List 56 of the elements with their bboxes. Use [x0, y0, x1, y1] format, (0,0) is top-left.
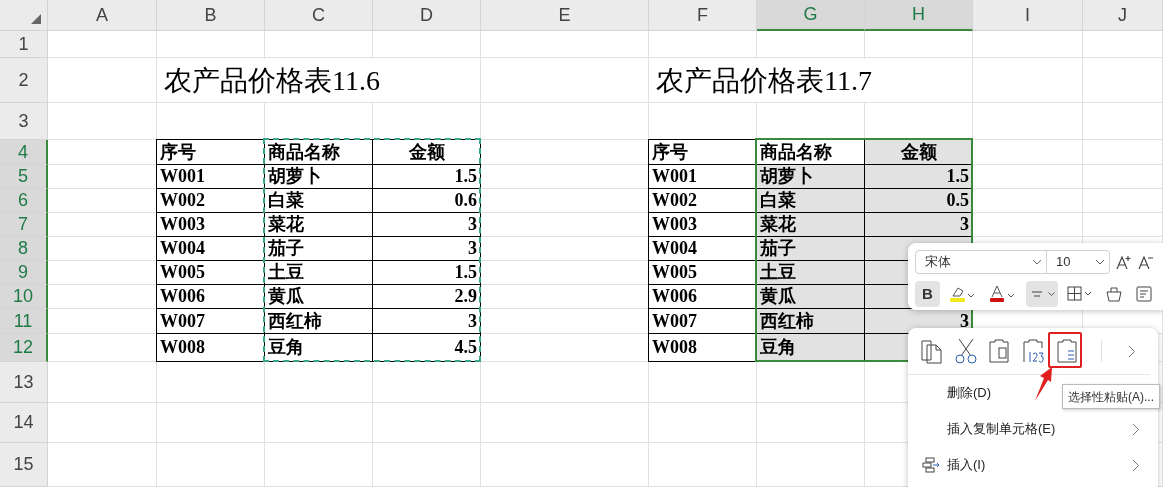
- table-cell: 西红柿: [756, 308, 865, 334]
- insert-icon: [922, 457, 940, 473]
- chevron-down-icon: [1048, 291, 1055, 297]
- column-header[interactable]: I: [973, 0, 1083, 31]
- column-heading: 序号: [156, 139, 265, 165]
- decrease-font-icon[interactable]: [1138, 254, 1154, 270]
- column-header[interactable]: B: [157, 0, 265, 31]
- callout-arrow: [1035, 367, 1052, 401]
- clipboard-list-icon[interactable]: [1056, 338, 1080, 364]
- menu-item[interactable]: 插入复制单元格(E): [947, 419, 1132, 439]
- select-all-icon[interactable]: [31, 14, 41, 24]
- table-cell: W008: [156, 333, 265, 362]
- row-header[interactable]: 11: [0, 309, 48, 334]
- row-header[interactable]: 3: [0, 103, 48, 140]
- table-cell: 3: [864, 212, 973, 237]
- bold-button[interactable]: B: [915, 281, 940, 307]
- text-wrap-icon[interactable]: [1135, 285, 1153, 303]
- tooltip: 选择性粘贴(A)...: [1062, 384, 1160, 409]
- row-header[interactable]: 14: [0, 403, 48, 443]
- column-header[interactable]: G: [757, 0, 865, 31]
- row-header[interactable]: 6: [0, 189, 48, 213]
- column-header[interactable]: F: [649, 0, 757, 31]
- row-header[interactable]: 5: [0, 165, 48, 189]
- row-header[interactable]: 2: [0, 58, 48, 103]
- column-header[interactable]: D: [373, 0, 481, 31]
- highlighter-icon[interactable]: [949, 285, 977, 303]
- row-header[interactable]: 12: [0, 334, 48, 362]
- brush-icon[interactable]: [1105, 285, 1123, 303]
- scissors-icon[interactable]: [954, 338, 978, 364]
- column-header[interactable]: E: [481, 0, 649, 31]
- increase-font-icon[interactable]: [1116, 254, 1132, 270]
- row-header[interactable]: 13: [0, 362, 48, 403]
- font-color-icon[interactable]: [989, 285, 1017, 303]
- row-header[interactable]: 8: [0, 237, 48, 261]
- column-header[interactable]: J: [1083, 0, 1163, 31]
- menu-item[interactable]: 插入(I): [947, 455, 1132, 475]
- pressed-button-background[interactable]: [1026, 281, 1058, 307]
- table-cell: W008: [648, 333, 757, 362]
- column-header[interactable]: H: [865, 0, 973, 31]
- table-cell: 1.5: [864, 164, 973, 189]
- row-header[interactable]: 15: [0, 443, 48, 487]
- borders-icon[interactable]: [1067, 286, 1093, 302]
- column-heading: 序号: [648, 139, 757, 165]
- row-header[interactable]: 4: [0, 140, 48, 165]
- row-header[interactable]: 9: [0, 261, 48, 285]
- column-heading: 金额: [864, 139, 973, 165]
- copy-icon[interactable]: [920, 338, 944, 364]
- clipboard-numbers-icon[interactable]: [1022, 338, 1046, 364]
- row-header[interactable]: 10: [0, 285, 48, 309]
- table-cell: 0.5: [864, 188, 973, 213]
- row-header[interactable]: 7: [0, 213, 48, 237]
- chevron-right-icon[interactable]: [1128, 344, 1136, 358]
- row-header[interactable]: 1: [0, 31, 48, 58]
- column-header[interactable]: A: [48, 0, 157, 31]
- column-header[interactable]: C: [265, 0, 373, 31]
- clipboard-icon[interactable]: [988, 338, 1012, 364]
